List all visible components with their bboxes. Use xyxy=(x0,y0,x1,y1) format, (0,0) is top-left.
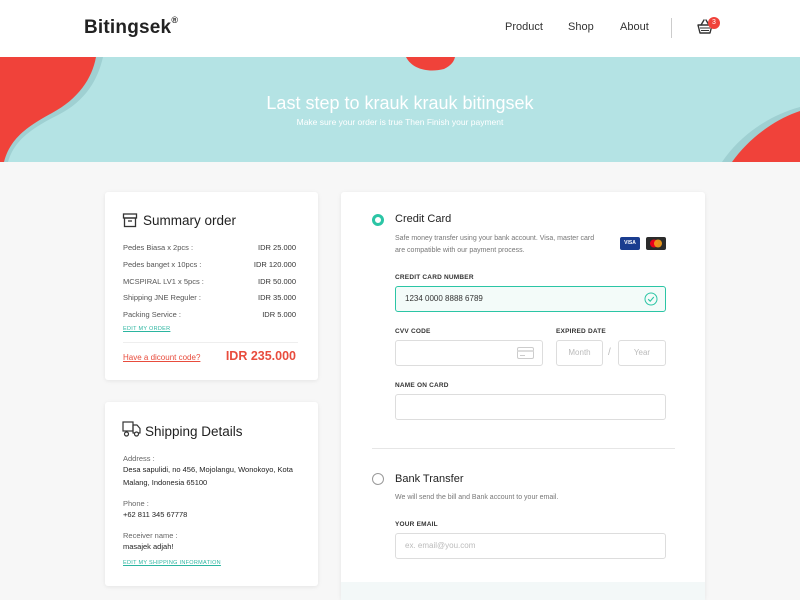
card-number-input[interactable]: 1234 0000 8888 6789 xyxy=(395,286,666,312)
check-circle-icon xyxy=(644,292,658,306)
credit-card-title[interactable]: Credit Card xyxy=(395,213,451,225)
nav-product[interactable]: Product xyxy=(505,21,543,33)
nav-about[interactable]: About xyxy=(620,21,649,33)
name-on-card-label: NAME ON CARD xyxy=(395,382,449,389)
summary-item-value: IDR 120.000 xyxy=(253,260,296,269)
phone-label: Phone : xyxy=(123,499,149,508)
receiver-value: masajek adjah! xyxy=(123,542,174,551)
edit-order-link[interactable]: EDIT MY ORDER xyxy=(123,326,170,332)
order-total: IDR 235.000 xyxy=(225,349,296,363)
edit-shipping-link[interactable]: EDIT MY SHIPPING INFORMATION xyxy=(123,560,221,566)
summary-item-value: IDR 5.000 xyxy=(262,310,296,319)
nav-divider xyxy=(671,18,672,38)
mastercard-logo xyxy=(646,237,666,250)
card-number-label: CREDIT CARD NUMBER xyxy=(395,274,474,281)
address-value: Desa sapulidi, no 456, Mojolangu, Wonoko… xyxy=(123,465,293,487)
summary-divider xyxy=(123,342,298,343)
hero-banner: Last step to krauk krauk bitingsek Make … xyxy=(0,57,800,162)
hero-title: Last step to krauk krauk bitingsek xyxy=(266,93,534,113)
credit-card-description: Safe money transfer using your bank acco… xyxy=(395,235,595,254)
expiry-year-input[interactable]: Year xyxy=(618,340,666,366)
summary-title: Summary order xyxy=(143,213,237,228)
bank-transfer-radio[interactable] xyxy=(372,473,384,485)
credit-card-radio[interactable] xyxy=(372,214,384,226)
receiver-label: Receiver name : xyxy=(123,531,178,540)
top-header: Bitingsek® Product Shop About 3 xyxy=(0,0,800,57)
summary-item-label: Pedes banget x 10pcs : xyxy=(123,260,202,269)
summary-item-value: IDR 50.000 xyxy=(258,277,296,286)
summary-item-label: Pedes Biasa x 2pcs : xyxy=(123,243,194,252)
nav-shop[interactable]: Shop xyxy=(568,21,594,33)
email-input[interactable]: ex. email@you.com xyxy=(395,533,666,559)
discount-code-link[interactable]: Have a dicount code? xyxy=(123,353,200,362)
summary-order-card: Summary order Pedes Biasa x 2pcs : IDR 2… xyxy=(105,192,318,380)
cvv-label: CVV CODE xyxy=(395,328,431,335)
card-icon xyxy=(517,347,534,359)
expiry-month-input[interactable]: Month xyxy=(556,340,603,366)
shipping-title: Shipping Details xyxy=(145,424,243,439)
summary-item-label: MCSPIRAL LV1 x 5pcs : xyxy=(123,277,204,286)
summary-item-value: IDR 25.000 xyxy=(258,243,296,252)
box-icon xyxy=(122,213,138,228)
delivery-truck-icon xyxy=(122,421,141,437)
email-label: YOUR EMAIL xyxy=(395,521,438,528)
bank-transfer-description: We will send the bill and Bank account t… xyxy=(395,494,559,501)
brand-logo[interactable]: Bitingsek® xyxy=(84,15,178,39)
address-label: Address : xyxy=(123,454,155,463)
cart-count-badge: 3 xyxy=(708,17,720,29)
summary-item-label: Packing Service : xyxy=(123,310,181,319)
payment-card: Credit Card Safe money transfer using yo… xyxy=(341,192,705,600)
visa-logo: VISA xyxy=(620,237,640,250)
expiry-separator: / xyxy=(608,347,611,358)
shipping-details-card: Shipping Details Address : Desa sapulidi… xyxy=(105,402,318,586)
bank-transfer-title[interactable]: Bank Transfer xyxy=(395,473,463,485)
payment-footer xyxy=(341,582,705,600)
hero-subtitle: Make sure your order is true Then Finish… xyxy=(296,117,504,127)
summary-item-value: IDR 35.000 xyxy=(258,293,296,302)
summary-item-label: Shipping JNE Reguler : xyxy=(123,293,201,302)
phone-value: +62 811 345 67778 xyxy=(123,510,188,519)
payment-divider xyxy=(372,448,675,449)
expired-date-label: EXPIRED DATE xyxy=(556,328,606,335)
name-on-card-input[interactable] xyxy=(395,394,666,420)
